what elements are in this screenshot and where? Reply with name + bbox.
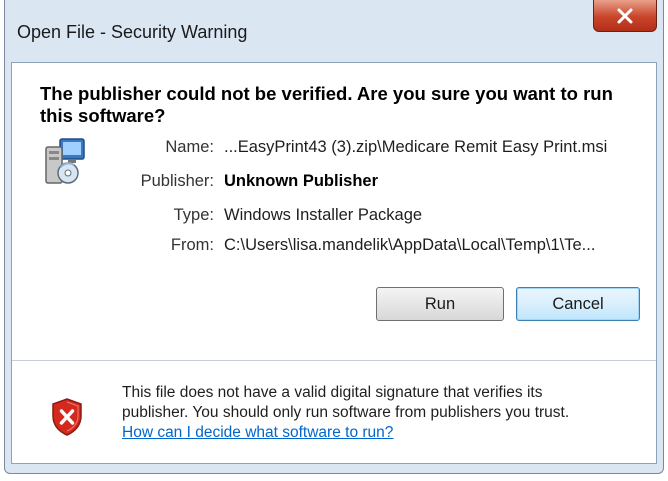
field-name: Name: ...EasyPrint43 (3).zip\Medicare Re… — [102, 135, 607, 159]
dialog-content: The publisher could not be verified. Are… — [11, 62, 657, 464]
field-name-value: ...EasyPrint43 (3).zip\Medicare Remit Ea… — [224, 137, 608, 156]
warning-headline: The publisher could not be verified. Are… — [40, 83, 613, 126]
field-name-label: Name: — [165, 137, 214, 156]
footer-line-2: publisher. You should only run software … — [122, 404, 570, 421]
shield-error-icon — [52, 398, 82, 436]
footer-line-1: This file does not have a valid digital … — [122, 384, 543, 401]
installer-package-icon — [45, 138, 85, 184]
field-type-label: Type: — [173, 205, 214, 224]
close-icon — [617, 8, 633, 23]
help-link[interactable]: How can I decide what software to run? — [122, 424, 393, 441]
field-from-value: C:\Users\lisa.mandelik\AppData\Local\Tem… — [224, 235, 596, 254]
security-warning-dialog: Open File - Security Warning The publish… — [4, 0, 664, 474]
field-publisher-label: Publisher: — [140, 171, 214, 190]
field-publisher-value: Unknown Publisher — [224, 171, 379, 190]
title-bar: Open File - Security Warning — [5, 0, 663, 62]
cancel-button[interactable]: Cancel — [516, 287, 640, 321]
field-from-label: From: — [170, 235, 214, 254]
run-button[interactable]: Run — [376, 287, 504, 321]
field-type-value: Windows Installer Package — [224, 205, 423, 224]
field-publisher: Publisher: Unknown Publisher — [102, 169, 378, 193]
field-from: From: C:\Users\lisa.mandelik\AppData\Loc… — [102, 233, 596, 257]
footer-message: This file does not have a valid digital … — [122, 383, 642, 443]
warning-footer: This file does not have a valid digital … — [12, 361, 656, 463]
window-title: Open File - Security Warning — [17, 22, 248, 42]
close-button[interactable] — [593, 0, 657, 32]
field-type: Type: Windows Installer Package — [102, 203, 422, 227]
